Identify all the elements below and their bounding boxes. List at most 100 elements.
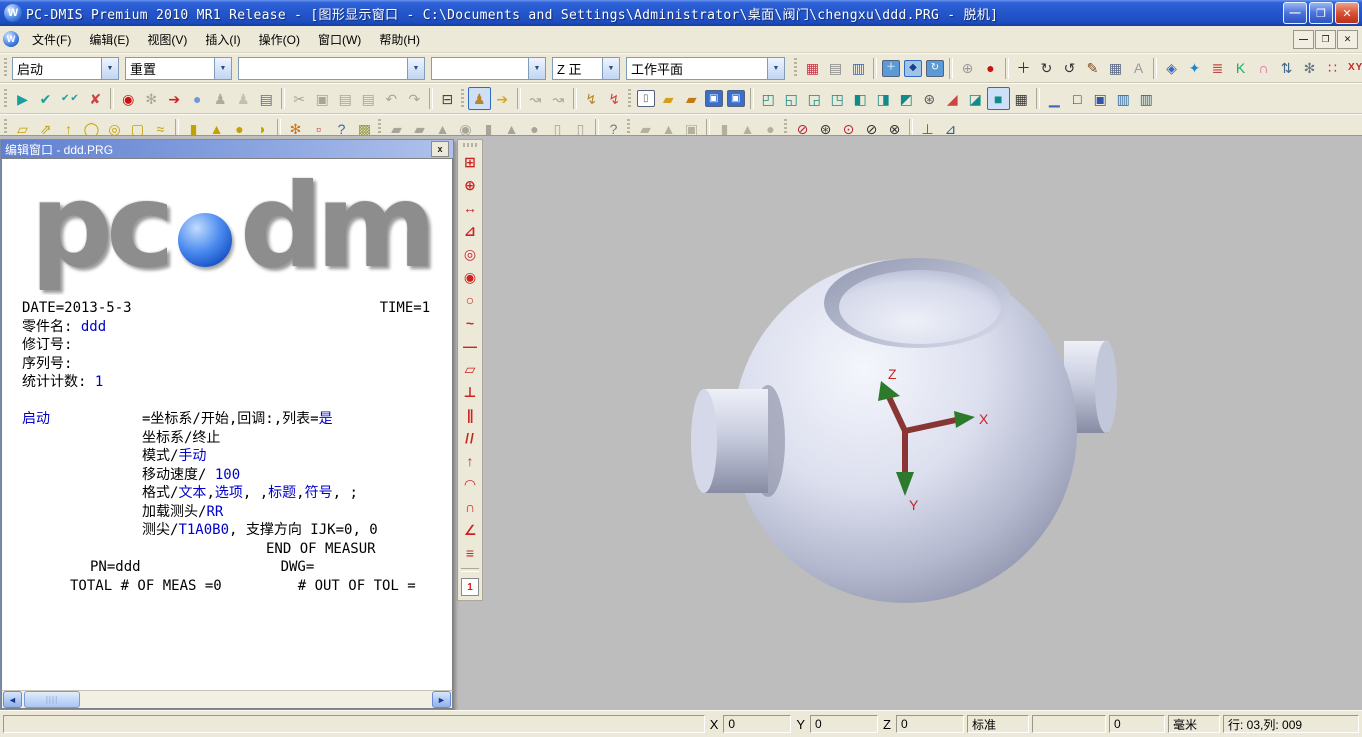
menu-edit[interactable]: 编辑(E) [80, 28, 138, 51]
close-part-icon[interactable]: ▰ [680, 87, 703, 110]
toolbar-grip[interactable] [794, 58, 797, 78]
feature-combo[interactable]: ▼ [238, 57, 425, 80]
view-cube-1-icon[interactable]: ◰ [757, 87, 780, 110]
goto-icon[interactable]: ➔ [163, 87, 186, 110]
report-view2-icon[interactable]: ▥ [1135, 87, 1158, 110]
line-profile-icon[interactable]: ∩ [459, 495, 481, 518]
probe-enable-icon[interactable]: ♟ [468, 87, 491, 110]
scroll-right-button[interactable]: ► [432, 691, 451, 708]
double-check-icon[interactable]: ✔✔ [57, 87, 84, 110]
layers-icon[interactable]: ≣ [1206, 57, 1229, 80]
mdi-close-button[interactable]: ✕ [1337, 30, 1358, 49]
graph-levels-icon[interactable]: K [1229, 57, 1252, 80]
menu-insert[interactable]: 插入(I) [196, 28, 249, 51]
view-cube-7-icon[interactable]: ◩ [895, 87, 918, 110]
record-icon[interactable]: ◉ [117, 87, 140, 110]
reset-combo[interactable]: 重置▼ [125, 57, 232, 80]
open-part-icon[interactable]: ▰ [657, 87, 680, 110]
cascade-windows-icon[interactable]: ▣ [1089, 87, 1112, 110]
pan-mode-icon[interactable]: ＋ [1012, 57, 1035, 80]
print-icon[interactable]: ⊟ [436, 87, 459, 110]
save-as-icon[interactable]: ▣ [727, 90, 745, 107]
chevron-down-icon[interactable]: ▼ [767, 58, 784, 79]
save-icon[interactable]: ▣ [705, 90, 723, 107]
circularity-icon[interactable]: ◉ [459, 265, 481, 288]
wireframe-globe-icon[interactable]: ⊕ [956, 57, 979, 80]
check-icon[interactable]: ✔ [34, 87, 57, 110]
break-disabled-icon[interactable]: ↝ [547, 87, 570, 110]
angle2-dim-icon[interactable]: ∠ [459, 518, 481, 541]
redo-icon[interactable]: ↷ [403, 87, 426, 110]
probe-display-icon[interactable]: ✦ [1183, 57, 1206, 80]
chevron-down-icon[interactable]: ▼ [101, 58, 118, 79]
view-cube-3-icon[interactable]: ◲ [803, 87, 826, 110]
toolbar-grip[interactable] [461, 89, 464, 109]
workplane-combo[interactable]: 工作平面▼ [626, 57, 785, 80]
cad-cube-icon[interactable]: ◪ [964, 87, 987, 110]
chevron-down-icon[interactable]: ▼ [528, 58, 545, 79]
minimize-button[interactable]: — [1283, 2, 1307, 24]
mdi-minimize-button[interactable]: — [1293, 30, 1314, 49]
edit-page-1-button[interactable]: 1 [461, 578, 479, 596]
menu-file[interactable]: 文件(F) [23, 28, 80, 51]
edit-window-close-button[interactable]: x [431, 141, 449, 157]
report-window-icon[interactable]: ▤ [824, 57, 847, 80]
rotate-2d-icon[interactable]: ↻ [1035, 57, 1058, 80]
rotate-3d-icon[interactable]: ↺ [1058, 57, 1081, 80]
probe-combo[interactable]: ▼ [431, 57, 546, 80]
edit-window-content[interactable]: pc dm DATE=2013-5-3TIME=1零件名: ddd修订号:序列号… [1, 158, 453, 690]
chevron-down-icon[interactable]: ▼ [602, 58, 619, 79]
close-button[interactable]: ✕ [1335, 2, 1359, 24]
cut-icon[interactable]: ✂ [288, 87, 311, 110]
text-scale-icon[interactable]: A [1127, 57, 1150, 80]
sphere-view-icon[interactable]: ⊛ [918, 87, 941, 110]
window-layout-icon[interactable]: □ [1066, 87, 1089, 110]
roundness-icon[interactable]: ○ [459, 288, 481, 311]
flatness-icon[interactable]: ▱ [459, 357, 481, 380]
distance-dim-icon[interactable]: ↔ [459, 196, 481, 219]
chevron-down-icon[interactable]: ▼ [214, 58, 231, 79]
menu-view[interactable]: 视图(V) [138, 28, 196, 51]
menu-operation[interactable]: 操作(O) [250, 28, 309, 51]
chevron-down-icon[interactable]: ▼ [407, 58, 424, 79]
toolbar-grip[interactable] [463, 143, 477, 147]
clip-plane-icon[interactable]: ◢ [941, 87, 964, 110]
view-cube-6-icon[interactable]: ◨ [872, 87, 895, 110]
alignment-combo[interactable]: 启动▼ [12, 57, 119, 80]
lock-icon[interactable]: ∩ [1252, 57, 1275, 80]
jump-disabled-icon[interactable]: ↝ [524, 87, 547, 110]
settings-gears-icon[interactable]: ✻ [1298, 57, 1321, 80]
surface-profile-icon[interactable]: ◠ [459, 472, 481, 495]
position-grid-icon[interactable]: ⊞ [459, 150, 481, 173]
refresh-view-icon[interactable]: ↻ [926, 60, 944, 77]
grid-edit-icon[interactable]: ▦ [1104, 57, 1127, 80]
check-delete-icon[interactable]: ✘ [84, 87, 107, 110]
true-position-icon[interactable]: ⊕ [459, 173, 481, 196]
minimize-graphics-icon[interactable]: ▁ [1043, 87, 1066, 110]
insert-move2-icon[interactable]: ↯ [603, 87, 626, 110]
new-part-icon[interactable]: ▯ [637, 90, 655, 107]
probe-points-icon[interactable]: ∷ [1321, 57, 1344, 80]
zoom-fit-icon[interactable]: ◆ [904, 60, 922, 77]
undo-icon[interactable]: ↶ [380, 87, 403, 110]
toolbar-grip[interactable] [4, 89, 7, 109]
report-view-icon[interactable]: ▥ [1112, 87, 1135, 110]
perpendicularity-icon[interactable]: ⊥ [459, 380, 481, 403]
cad-view-icon[interactable]: ◈ [1160, 57, 1183, 80]
angle-dim-icon[interactable]: ⊿ [459, 219, 481, 242]
datum-align-icon[interactable]: ⇅ [1275, 57, 1298, 80]
paste-special-icon[interactable]: ▤ [357, 87, 380, 110]
runout-icon[interactable]: ↑ [459, 449, 481, 472]
shaded-sphere-icon[interactable]: ● [979, 57, 1002, 80]
menu-window[interactable]: 窗口(W) [309, 28, 370, 51]
solid-view-icon[interactable]: ■ [987, 87, 1010, 110]
axis-combo[interactable]: Z 正▼ [552, 57, 620, 80]
menu-help[interactable]: 帮助(H) [370, 28, 429, 51]
execute-icon[interactable]: ▶ [11, 87, 34, 110]
listing-window-icon[interactable]: ▤ [255, 87, 278, 110]
symmetry-icon[interactable]: ≡ [459, 541, 481, 564]
xyz-axes-icon[interactable]: XYZ [1344, 57, 1362, 80]
translate-view-icon[interactable]: ＋ [882, 60, 900, 77]
probe-ghost2-icon[interactable]: ♟ [232, 87, 255, 110]
paste-icon[interactable]: ▤ [334, 87, 357, 110]
